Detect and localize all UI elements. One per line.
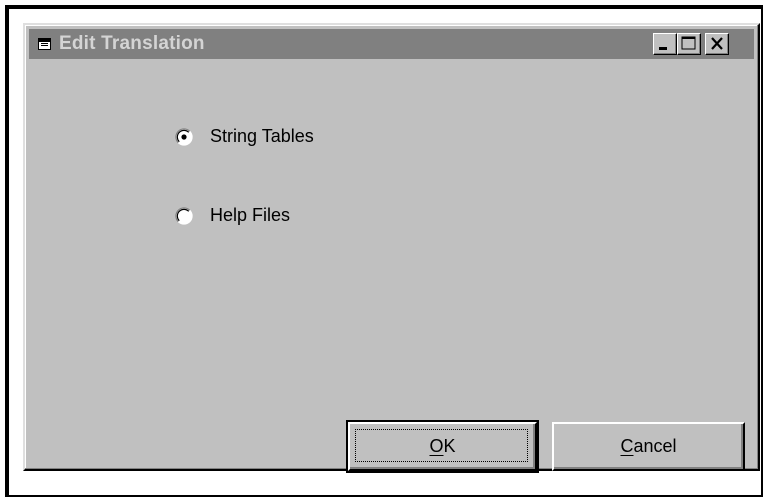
title-bar[interactable]: Edit Translation [29,29,754,59]
minimize-button[interactable] [653,33,677,55]
radio-unselected-icon [175,207,193,225]
maximize-button[interactable] [677,33,701,55]
cancel-accelerator-letter: C [620,436,634,456]
window-title: Edit Translation [59,33,205,54]
ok-accelerator-letter: O [429,436,444,456]
radio-label-help-files: Help Files [210,205,291,225]
cancel-button[interactable]: Cancel [552,422,745,471]
radio-label-string-tables: String Tables [210,126,314,146]
close-button[interactable] [705,33,729,55]
ok-button[interactable]: OK [346,420,539,473]
edit-translation-dialog: Edit Translation String Tables Help File… [23,23,760,473]
ok-button-label: OK [429,436,456,456]
dialog-window-icon [37,36,53,52]
radio-selected-icon [175,128,193,146]
cancel-button-label: Cancel [620,436,677,456]
